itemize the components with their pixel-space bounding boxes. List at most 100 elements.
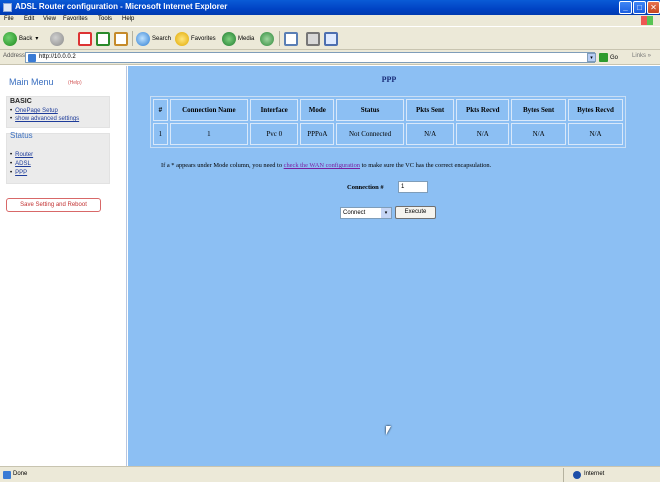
col-header: Status — [336, 99, 404, 121]
forward-button[interactable] — [50, 30, 66, 47]
window-title-bar[interactable]: ADSL Router configuration - Microsoft In… — [0, 0, 660, 15]
toolbar-separator — [279, 31, 280, 46]
media-button[interactable]: Media — [222, 30, 254, 47]
nav-show-advanced[interactable]: show advanced settings — [10, 116, 79, 122]
table-cell: N/A — [511, 123, 567, 145]
go-label: Go — [610, 54, 619, 61]
print-icon — [306, 31, 320, 46]
home-button[interactable] — [114, 30, 130, 47]
edit-icon — [324, 31, 338, 46]
favorites-star-icon — [175, 31, 189, 46]
back-arrow-icon — [3, 31, 17, 46]
nav-ppp[interactable]: PPP — [10, 170, 27, 176]
go-arrow-icon — [599, 53, 608, 62]
address-dropdown-icon[interactable]: ▾ — [587, 53, 596, 62]
back-label: Back — [19, 35, 33, 42]
chevron-down-icon: ▾ — [381, 208, 391, 218]
connection-label: Connection # — [347, 184, 384, 191]
forward-arrow-icon — [50, 31, 64, 46]
print-button[interactable] — [306, 30, 322, 47]
help-link[interactable]: (Help) — [68, 80, 82, 86]
status-text: Done — [13, 471, 28, 477]
basic-title: BASIC — [10, 98, 32, 105]
mail-button[interactable] — [284, 30, 300, 47]
menu-view[interactable]: View — [43, 16, 56, 22]
go-button[interactable]: Go — [599, 53, 618, 62]
media-icon — [222, 31, 236, 46]
connection-number-input[interactable]: 1 — [398, 181, 428, 193]
col-header: Pkts Sent — [405, 99, 455, 121]
nav-adsl[interactable]: ADSL — [10, 161, 31, 167]
table-cell: Not Connected — [336, 123, 404, 145]
address-url: http://10.0.0.2 — [39, 54, 76, 60]
mouse-cursor-icon — [386, 426, 391, 435]
menu-file[interactable]: File — [4, 16, 14, 22]
main-content: PPP # Connection Name Interface Mode Sta… — [128, 66, 660, 466]
page-done-icon — [3, 471, 11, 479]
check-wan-config-link[interactable]: check the WAN configuration — [284, 162, 360, 169]
table-cell: PPPoA — [300, 123, 335, 145]
back-dropdown-icon[interactable]: ▾ — [35, 35, 38, 42]
table-cell: N/A — [456, 123, 510, 145]
nav-router[interactable]: Router — [10, 152, 33, 158]
history-button[interactable] — [260, 30, 276, 47]
menu-help[interactable]: Help — [122, 16, 134, 22]
table-cell: Pvc 0 — [249, 123, 299, 145]
mail-icon — [284, 31, 298, 46]
refresh-icon — [96, 31, 110, 46]
window-title: ADSL Router configuration - Microsoft In… — [15, 2, 228, 11]
links-button[interactable]: Links » — [632, 53, 651, 59]
left-nav-pane: Main Menu (Help) BASIC OnePage Setup sho… — [0, 66, 127, 466]
security-zone: Internet — [584, 471, 605, 477]
table-row: 1 1 Pvc 0 PPPoA Not Connected N/A N/A N/… — [153, 123, 623, 145]
table-cell: 1 — [169, 123, 248, 145]
home-icon — [114, 31, 128, 46]
menu-bar: File Edit View Favorites Tools Help — [0, 15, 660, 26]
menu-edit[interactable]: Edit — [24, 16, 34, 22]
col-header: Mode — [300, 99, 335, 121]
status-divider — [563, 468, 564, 482]
page-icon — [28, 54, 36, 62]
execute-button[interactable]: Execute — [395, 206, 436, 219]
search-button[interactable]: Search — [136, 30, 171, 47]
table-cell: 1 — [153, 123, 168, 145]
back-button[interactable]: Back ▾ — [3, 30, 38, 47]
note-text-before: If a * appears under Mode column, you ne… — [161, 162, 283, 169]
save-and-reboot-button[interactable]: Save Setting and Reboot — [6, 198, 101, 212]
nav-onepage-setup[interactable]: OnePage Setup — [10, 108, 58, 114]
refresh-button[interactable] — [96, 30, 112, 47]
status-bar: Done Internet — [0, 466, 660, 482]
col-header: Bytes Sent — [511, 99, 567, 121]
action-select[interactable]: Connect ▾ — [340, 207, 392, 219]
col-header: Pkts Recvd — [456, 99, 510, 121]
internet-zone-icon — [573, 471, 581, 479]
close-button[interactable]: ✕ — [647, 1, 660, 14]
note-text-after: to make sure the VC has the correct enca… — [361, 162, 492, 169]
minimize-button[interactable]: _ — [619, 1, 632, 14]
menu-tools[interactable]: Tools — [98, 16, 112, 22]
page-title: PPP — [381, 75, 397, 84]
favorites-button[interactable]: Favorites — [175, 30, 216, 47]
menu-favorites[interactable]: Favorites — [63, 16, 88, 22]
history-icon — [260, 31, 274, 46]
main-menu-title: Main Menu — [9, 77, 54, 87]
stop-button[interactable] — [78, 30, 94, 47]
media-label: Media — [238, 35, 255, 42]
col-header: # — [153, 99, 168, 121]
address-label: Address — [3, 53, 26, 59]
table-header-row: # Connection Name Interface Mode Status … — [153, 99, 623, 121]
table-cell: N/A — [405, 123, 455, 145]
mode-note: If a * appears under Mode column, you ne… — [161, 162, 491, 169]
edit-button[interactable] — [324, 30, 340, 47]
favorites-label: Favorites — [191, 35, 216, 42]
action-select-value: Connect — [343, 210, 366, 216]
ppp-status-table: # Connection Name Interface Mode Status … — [150, 96, 626, 148]
status-section: Status Router ADSL PPP — [6, 131, 110, 184]
address-input[interactable]: http://10.0.0.2 — [25, 52, 595, 63]
windows-logo-icon — [641, 16, 653, 25]
maximize-button[interactable]: □ — [633, 1, 646, 14]
col-header: Connection Name — [169, 99, 248, 121]
search-label: Search — [152, 35, 172, 42]
col-header: Bytes Recvd — [568, 99, 623, 121]
table-cell: N/A — [568, 123, 623, 145]
